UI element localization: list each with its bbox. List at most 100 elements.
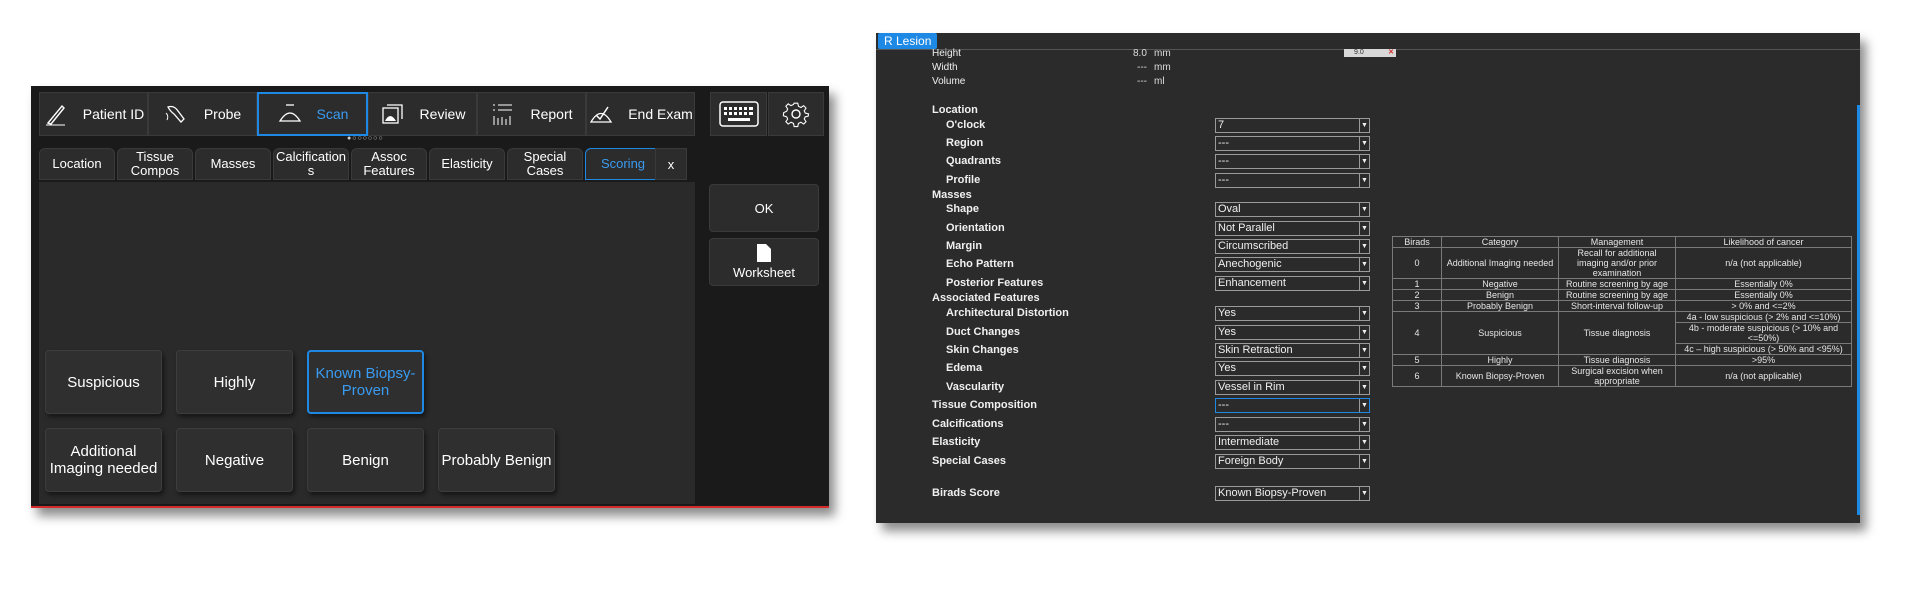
echo-pattern-select[interactable]: Anechogenic ▼ — [1215, 257, 1370, 272]
region-select[interactable]: --- ▼ — [1215, 136, 1370, 151]
probe-icon — [165, 105, 185, 123]
margin-select[interactable]: Circumscribed ▼ — [1215, 239, 1370, 254]
shape-label: Shape — [946, 203, 980, 215]
scan-icon — [278, 104, 301, 122]
worksheet-title: R Lesion — [878, 33, 938, 49]
end-exam-label: End Exam — [628, 106, 693, 122]
review-button[interactable]: Review — [368, 92, 477, 136]
dropdown-arrow-icon: ▼ — [1359, 155, 1369, 168]
calcifications-label: Calcifications — [932, 418, 1004, 430]
vertical-scrollbar[interactable] — [1857, 105, 1860, 515]
vascularity-value: Vessel in Rim — [1218, 381, 1285, 393]
table-cell: Routine screening by age — [1558, 289, 1676, 301]
dropdown-arrow-icon: ▼ — [1359, 344, 1369, 357]
end-exam-button[interactable]: End Exam — [586, 92, 695, 136]
region-label: Region — [946, 137, 984, 149]
elasticity-select[interactable]: Intermediate ▼ — [1215, 435, 1370, 450]
column-header: Management — [1558, 236, 1676, 248]
dropdown-arrow-icon: ▼ — [1359, 174, 1369, 187]
tab-tissue-compos[interactable]: Tissue Compos — [117, 148, 193, 180]
tab-close-button[interactable]: x — [655, 148, 687, 180]
tab-location[interactable]: Location — [39, 148, 115, 180]
worksheet-titlebar: R Lesion — [876, 33, 1860, 50]
oclock-label: O'clock — [946, 119, 986, 131]
table-cell: >95% — [1675, 354, 1852, 366]
height-unit: mm — [1154, 48, 1171, 59]
calcifications-value: --- — [1218, 418, 1229, 430]
table-cell: n/a (not applicable) — [1675, 247, 1852, 279]
table-cell: 0 — [1392, 247, 1442, 279]
table-row: 6 Known Biopsy-Proven Surgical excision … — [1392, 365, 1852, 387]
ok-button[interactable]: OK — [709, 184, 819, 232]
dropdown-arrow-icon: ▼ — [1359, 203, 1369, 216]
shape-select[interactable]: Oval ▼ — [1215, 202, 1370, 217]
end-exam-icon — [590, 106, 613, 123]
orientation-select[interactable]: Not Parallel ▼ — [1215, 221, 1370, 236]
tab-masses[interactable]: Masses — [195, 148, 271, 180]
settings-button[interactable] — [768, 92, 824, 136]
small-value-field[interactable]: 9.0 ✕ — [1344, 49, 1396, 57]
review-label: Review — [419, 106, 466, 122]
probe-button[interactable]: Probe — [148, 92, 257, 136]
report-button[interactable]: Report — [477, 92, 586, 136]
masses-header: Masses — [932, 189, 972, 201]
score-additional-imaging-button[interactable]: Additional Imaging needed — [45, 428, 162, 492]
table-cell: 4 — [1392, 311, 1442, 355]
posterior-features-select[interactable]: Enhancement ▼ — [1215, 276, 1370, 291]
table-cell: 1 — [1392, 278, 1442, 290]
clear-icon[interactable]: ✕ — [1388, 49, 1394, 57]
dropdown-arrow-icon: ▼ — [1359, 222, 1369, 235]
posterior-features-value: Enhancement — [1218, 277, 1286, 289]
elasticity-value: Intermediate — [1218, 436, 1280, 448]
profile-select[interactable]: --- ▼ — [1215, 173, 1370, 188]
table-cell: Recall for additional imaging and/or pri… — [1558, 247, 1676, 279]
score-suspicious-button[interactable]: Suspicious — [45, 350, 162, 414]
table-cell: Essentially 0% — [1675, 289, 1852, 301]
echo-pattern-value: Anechogenic — [1218, 258, 1282, 270]
calcifications-select[interactable]: --- ▼ — [1215, 417, 1370, 432]
profile-value: --- — [1218, 174, 1229, 186]
column-header: Likelihood of cancer — [1675, 236, 1852, 248]
architectural-distortion-select[interactable]: Yes ▼ — [1215, 306, 1370, 321]
dropdown-arrow-icon: ▼ — [1359, 455, 1369, 468]
table-row: 4 Suspicious Tissue diagnosis 4a - low s… — [1392, 311, 1852, 355]
scan-button[interactable]: Scan — [257, 92, 368, 136]
table-cell: Suspicious — [1441, 311, 1559, 355]
quadrants-select[interactable]: --- ▼ — [1215, 154, 1370, 169]
width-value: --- — [1137, 62, 1147, 73]
score-probably-benign-button[interactable]: Probably Benign — [438, 428, 555, 492]
tissue-composition-select[interactable]: --- ▼ — [1215, 398, 1370, 413]
tab-assoc-features[interactable]: Assoc Features — [351, 148, 427, 180]
patient-id-button[interactable]: Patient ID — [39, 92, 148, 136]
table-row: 1 Negative Routine screening by age Esse… — [1392, 278, 1852, 290]
tab-special-cases[interactable]: Special Cases — [507, 148, 583, 180]
edema-select[interactable]: Yes ▼ — [1215, 361, 1370, 376]
duct-changes-value: Yes — [1218, 326, 1236, 338]
height-value: 8.0 — [1133, 48, 1147, 59]
shape-value: Oval — [1218, 203, 1241, 215]
keyboard-button[interactable] — [710, 92, 767, 136]
vascularity-select[interactable]: Vessel in Rim ▼ — [1215, 380, 1370, 395]
margin-label: Margin — [946, 240, 983, 252]
score-benign-button[interactable]: Benign — [307, 428, 424, 492]
duct-changes-select[interactable]: Yes ▼ — [1215, 325, 1370, 340]
tab-scoring[interactable]: Scoring — [585, 148, 661, 180]
tab-calcifications[interactable]: Calcification s — [273, 148, 349, 180]
birads-score-label: Birads Score — [932, 487, 1000, 499]
patient-id-label: Patient ID — [82, 106, 145, 122]
tab-elasticity[interactable]: Elasticity — [429, 148, 505, 180]
oclock-select[interactable]: 7 ▼ — [1215, 118, 1370, 133]
dropdown-arrow-icon: ▼ — [1359, 362, 1369, 375]
volume-value: --- — [1137, 76, 1147, 87]
skin-changes-select[interactable]: Skin Retraction ▼ — [1215, 343, 1370, 358]
birads-score-select[interactable]: Known Biopsy-Proven ▼ — [1215, 486, 1370, 501]
lesion-worksheet: R Lesion Height 8.0 mm Width --- mm Volu… — [876, 33, 1860, 523]
table-cell: 2 — [1392, 289, 1442, 301]
architectural-distortion-label: Architectural Distortion — [946, 307, 1069, 319]
score-highly-button[interactable]: Highly — [176, 350, 293, 414]
worksheet-button[interactable]: Worksheet — [709, 238, 819, 286]
special-cases-select[interactable]: Foreign Body ▼ — [1215, 454, 1370, 469]
score-known-biopsy-proven-button[interactable]: Known Biopsy-Proven — [307, 350, 424, 414]
score-negative-button[interactable]: Negative — [176, 428, 293, 492]
document-icon — [757, 244, 771, 262]
